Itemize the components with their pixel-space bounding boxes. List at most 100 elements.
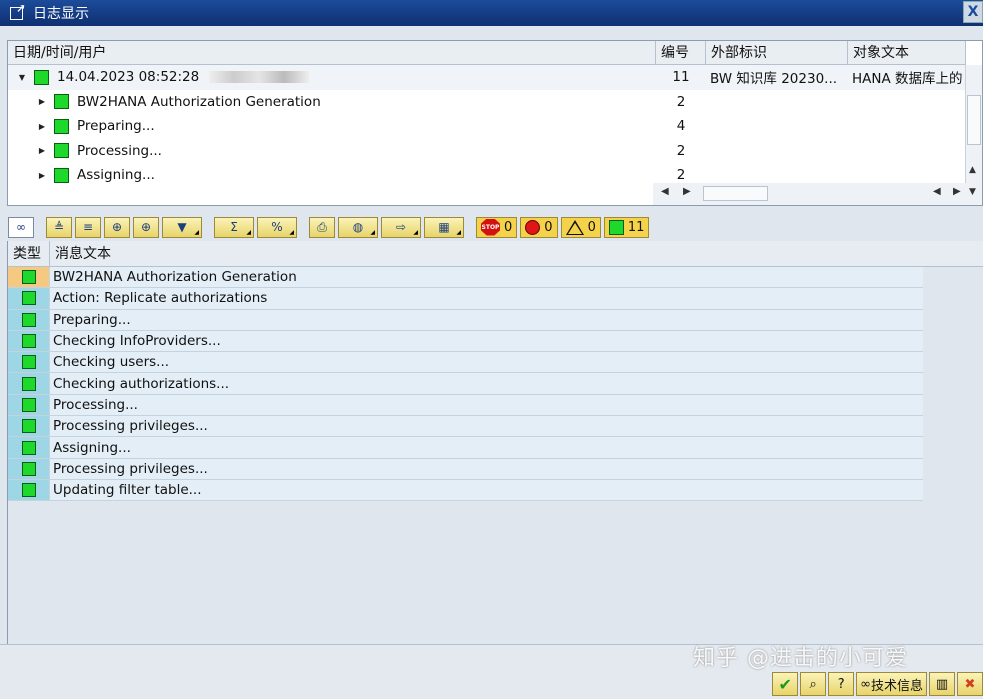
tree-vertical-scrollbar[interactable]: ▲ ▼: [965, 65, 982, 205]
scroll-down-icon[interactable]: ▼: [969, 187, 976, 197]
close-button[interactable]: X: [963, 1, 983, 23]
technical-info-button[interactable]: ∞ 技术信息: [856, 672, 927, 696]
success-icon: [21, 355, 36, 370]
sum-button[interactable]: Σ: [214, 216, 254, 238]
expand-arrow-icon[interactable]: ▶: [36, 169, 48, 181]
warning-messages-button[interactable]: 0: [560, 216, 601, 238]
message-row[interactable]: Checking users...: [8, 352, 923, 374]
tree-row-number: 11: [672, 69, 690, 86]
message-text: Preparing...: [50, 309, 923, 330]
stop-messages-button[interactable]: STOP 0: [476, 216, 518, 238]
sort-ascending-button[interactable]: ≜: [46, 216, 72, 238]
tree-horizontal-scrollbar[interactable]: ◀ ▶ ◀ ▶: [653, 183, 966, 205]
message-row[interactable]: Preparing...: [8, 309, 923, 331]
message-row[interactable]: Processing privileges...: [8, 458, 923, 480]
message-text: Checking authorizations...: [50, 373, 923, 394]
message-list: 类型 消息文本 BW2HANA Authorization Generation…: [7, 241, 983, 644]
message-text: Processing privileges...: [50, 416, 923, 437]
layout-button[interactable]: ▥: [929, 672, 955, 696]
scroll-right-icon[interactable]: ▶: [953, 186, 961, 197]
green-status-icon: [54, 167, 69, 183]
header-object-text[interactable]: 对象文本: [848, 41, 966, 65]
message-text: Processing...: [50, 394, 923, 416]
horizontal-scroll-thumb[interactable]: [703, 186, 768, 201]
tree-row-number: 2: [676, 167, 686, 183]
technical-info-label: 技术信息: [870, 678, 923, 694]
error-messages-button[interactable]: 0: [520, 216, 558, 238]
log-display-icon: [9, 1, 27, 21]
success-icon: [21, 334, 36, 349]
expand-arrow-icon[interactable]: ▶: [36, 120, 48, 132]
message-text: Action: Replicate authorizations: [50, 288, 923, 309]
checkmark-icon: ✔: [778, 674, 792, 694]
message-text: Processing privileges...: [50, 458, 923, 479]
message-row[interactable]: Checking InfoProviders...: [8, 330, 923, 353]
message-row[interactable]: Processing privileges...: [8, 416, 923, 438]
vertical-scroll-thumb[interactable]: [967, 95, 981, 145]
select-layout-button[interactable]: ▦: [424, 216, 464, 238]
message-row[interactable]: Processing...: [8, 394, 923, 417]
sort-descending-button[interactable]: ≡: [75, 216, 101, 238]
filter-button[interactable]: ▼: [162, 216, 202, 238]
message-row[interactable]: Assigning...: [8, 437, 923, 459]
tree-row[interactable]: ▶ BW2HANA Authorization Generation 2: [8, 90, 966, 115]
tree-row[interactable]: ▶ Processing... 2: [8, 139, 966, 164]
title-bar: 日志显示 X: [0, 0, 983, 26]
message-text: Updating filter table...: [50, 479, 923, 501]
message-rows: BW2HANA Authorization Generation Action:…: [8, 267, 923, 502]
cancel-icon: ✖: [964, 676, 976, 692]
expand-arrow-icon[interactable]: ▶: [36, 96, 48, 108]
header-number[interactable]: 编号: [656, 41, 706, 65]
message-text: Checking users...: [50, 352, 923, 373]
header-date-time-user[interactable]: 日期/时间/用户: [8, 41, 656, 65]
scroll-left-icon[interactable]: ◀: [933, 186, 941, 197]
magnifier-icon: ⌕: [809, 676, 817, 692]
expand-arrow-icon[interactable]: ▶: [36, 145, 48, 157]
find-button[interactable]: ⊕: [104, 216, 130, 238]
message-text: Checking InfoProviders...: [50, 330, 923, 352]
header-external-id[interactable]: 外部标识: [706, 41, 848, 65]
scroll-left-icon[interactable]: ◀: [661, 186, 669, 197]
dialog-buttons: ✔ ⌕ ? ∞ 技术信息 ▥ ✖: [772, 672, 983, 696]
scroll-up-icon[interactable]: ▲: [969, 165, 976, 175]
tree-row-external-id: BW 知识库 20230...: [710, 71, 838, 88]
message-row[interactable]: Checking authorizations...: [8, 373, 923, 395]
cancel-button[interactable]: ✖: [957, 672, 983, 696]
success-icon: [21, 291, 36, 306]
tree-row[interactable]: ▶ Preparing... 4: [8, 114, 966, 139]
find-next-button[interactable]: ⊕: [133, 216, 159, 238]
message-row[interactable]: Action: Replicate authorizations: [8, 288, 923, 310]
error-count: 0: [544, 219, 553, 235]
tree-rows: ▼ 14.04.2023 08:52:28 11 BW 知识库 20230...…: [8, 65, 966, 183]
collapse-arrow-icon[interactable]: ▼: [16, 71, 28, 83]
continue-button[interactable]: ✔: [772, 672, 799, 696]
message-row[interactable]: Updating filter table...: [8, 479, 923, 502]
stop-icon: STOP: [481, 218, 500, 236]
print-button[interactable]: ⎙: [309, 216, 335, 238]
printer-icon: ⎙: [317, 219, 327, 234]
header-message-text[interactable]: 消息文本: [50, 241, 923, 267]
layout-icon: ◍: [352, 220, 364, 234]
tree-row[interactable]: ▶ Assigning... 2: [8, 163, 966, 183]
help-button[interactable]: ?: [828, 672, 855, 696]
change-layout-button[interactable]: ◍: [338, 216, 378, 238]
binoculars-icon: ⊕: [111, 220, 123, 234]
display-button[interactable]: ⌕: [800, 672, 827, 696]
scroll-right-icon[interactable]: ▶: [683, 186, 691, 197]
tree-row-label: Assigning...: [77, 167, 155, 183]
success-messages-button[interactable]: 11: [603, 216, 650, 238]
sort-ascending-icon: ≜: [53, 220, 65, 234]
warning-count: 0: [587, 219, 596, 235]
header-type[interactable]: 类型: [8, 241, 50, 267]
details-glasses-button[interactable]: ∞: [8, 216, 34, 238]
message-row[interactable]: BW2HANA Authorization Generation: [8, 267, 923, 289]
subtotal-button[interactable]: %: [257, 216, 297, 238]
tree-row-label: 14.04.2023 08:52:28: [57, 69, 200, 86]
export-icon: ⇨: [395, 220, 407, 234]
tree-row[interactable]: ▼ 14.04.2023 08:52:28 11 BW 知识库 20230...…: [8, 65, 966, 90]
success-icon: [21, 461, 36, 476]
user-name-blurred: [209, 71, 310, 84]
export-button[interactable]: ⇨: [381, 216, 421, 238]
glasses-icon: ∞: [16, 220, 26, 234]
warning-icon: [565, 219, 584, 235]
